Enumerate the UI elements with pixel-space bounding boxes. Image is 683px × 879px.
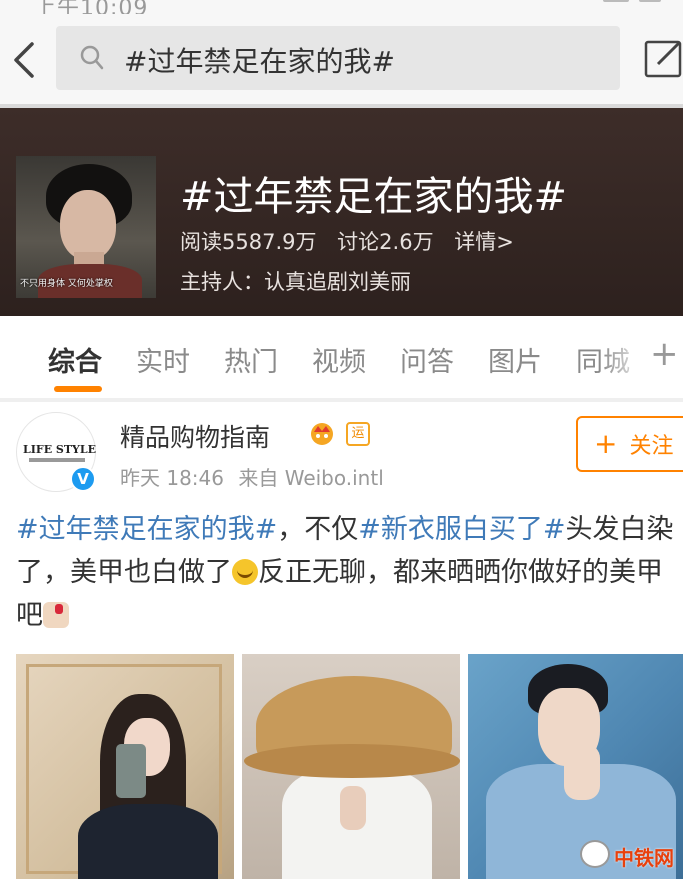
compose-button[interactable] xyxy=(642,36,683,80)
post-meta: 昨天 18:46 来自 Weibo.intl xyxy=(120,462,392,491)
plus-icon: + xyxy=(594,427,618,460)
topic-stats: 阅读5587.9万 讨论2.6万 详情> xyxy=(180,226,528,256)
follow-label: 关注 xyxy=(629,434,674,459)
discussion-count: 讨论2.6万 xyxy=(337,230,434,254)
author-name[interactable]: 精品购物指南 xyxy=(120,418,270,454)
wechat-icon xyxy=(580,840,610,868)
laugh-cry-emoji-icon xyxy=(232,559,258,585)
topic-host[interactable]: 主持人：认真追剧刘美丽 xyxy=(180,266,411,296)
post-text: #过年禁足在家的我#，不仅#新衣服白买了#头发白染了，美甲也白做了 反正无聊，都来… xyxy=(16,508,676,637)
badge-icon: 运 xyxy=(346,422,370,446)
search-query: #过年禁足在家的我# xyxy=(124,45,395,78)
search-icon xyxy=(80,45,104,70)
back-button[interactable] xyxy=(8,38,44,82)
tab-video[interactable]: 视频 xyxy=(312,340,366,379)
post-photo[interactable] xyxy=(16,654,234,879)
hashtag-link[interactable]: #新衣服白买了# xyxy=(358,514,565,545)
tab-bar: 综合 实时 热门 视频 问答 图片 同城 + xyxy=(0,316,683,402)
post-text-segment: ，不仅 xyxy=(277,514,359,545)
post-photo[interactable] xyxy=(242,654,460,879)
tab-realtime[interactable]: 实时 xyxy=(136,340,190,379)
topic-header: 不只用身体 又何处掌权 #过年禁足在家的我# 阅读5587.9万 讨论2.6万 … xyxy=(0,104,683,316)
signal-icon xyxy=(563,0,663,4)
tab-images[interactable]: 图片 xyxy=(488,340,542,379)
read-count: 阅读5587.9万 xyxy=(180,230,317,254)
avatar-logo-line xyxy=(29,458,85,462)
hashtag-link[interactable]: #过年禁足在家的我# xyxy=(16,514,277,545)
status-bar: 上午10:09 xyxy=(0,0,683,21)
post-source: 来自 Weibo.intl xyxy=(238,466,384,490)
post-time: 昨天 18:46 xyxy=(120,466,224,490)
edit-icon xyxy=(644,40,682,78)
follow-button[interactable]: + 关注 xyxy=(576,416,683,472)
tab-qa[interactable]: 问答 xyxy=(400,340,454,379)
vip-crown-icon xyxy=(311,423,333,445)
details-link[interactable]: 详情> xyxy=(454,230,514,254)
chevron-left-icon xyxy=(14,42,34,78)
tab-fade xyxy=(600,326,650,390)
search-input[interactable]: #过年禁足在家的我# xyxy=(56,26,620,90)
plus-icon[interactable]: + xyxy=(650,334,679,374)
thumbnail-caption: 不只用身体 又何处掌权 xyxy=(20,279,113,289)
topic-thumbnail: 不只用身体 又何处掌权 xyxy=(16,156,156,298)
nail-polish-emoji-icon xyxy=(43,602,69,628)
watermark-text: 中铁网 xyxy=(614,846,674,870)
avatar-logo: LIFE STYLE xyxy=(23,443,97,456)
post-card: LIFE STYLE V 精品购物指南 运 昨天 18:46 来自 Weibo.… xyxy=(0,406,683,879)
watermark: 中铁网 xyxy=(580,834,680,874)
tab-hot[interactable]: 热门 xyxy=(224,340,278,379)
verified-badge: V xyxy=(70,466,96,492)
search-header: #过年禁足在家的我# xyxy=(0,14,683,104)
tab-comprehensive[interactable]: 综合 xyxy=(48,340,102,379)
active-tab-indicator xyxy=(54,386,102,392)
topic-title: #过年禁足在家的我# xyxy=(180,174,568,220)
